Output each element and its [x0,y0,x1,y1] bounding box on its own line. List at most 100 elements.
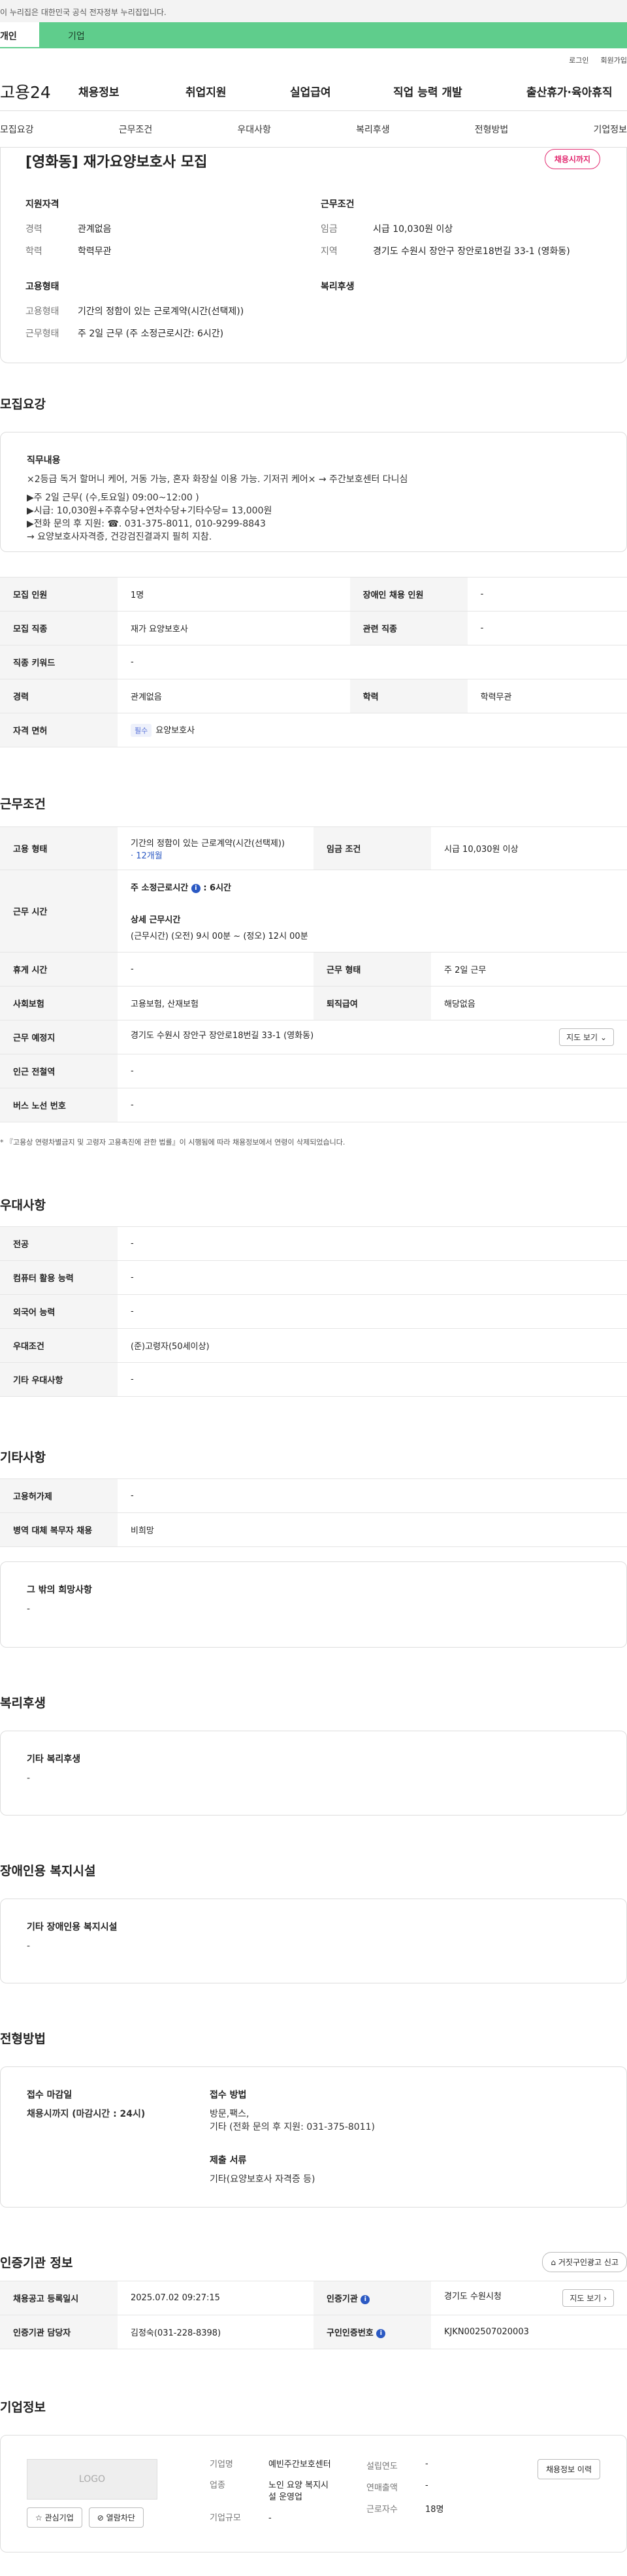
cell-header: 고용허가제 [0,1478,118,1513]
cell-header: 인증기관 담당자 [0,2315,118,2349]
info-icon[interactable]: i [191,883,201,893]
subnav-company[interactable]: 기업정보 [593,123,627,136]
home-icon: ⌂ [551,2258,556,2267]
job-history-button[interactable]: 채용정보 이력 [537,2459,600,2479]
section-title-recruit: 모집요강 [0,397,46,412]
num-label: 구인인증번호 [327,2328,374,2338]
favorite-company-button[interactable]: ☆ 관심기업 [27,2507,82,2528]
wage-value: 시급 10,030원 이상 [373,224,453,235]
cell-header: 고용 형태 [0,826,118,870]
cell-header: 사회보험 [0,986,118,1020]
edu-value: 학력무관 [78,246,112,257]
recruit-table: 모집 인원 1명 장애인 채용 인원 - 모집 직종 재가 요양보호사 관련 직종 - 직종… [0,577,627,747]
cell-header: 채용공고 등록일시 [0,2281,118,2315]
cell-header: 임금 조건 [314,826,431,870]
subnav-screen[interactable]: 전형방법 [475,123,509,136]
block-view-button[interactable]: ⊘ 열람차단 [88,2507,144,2528]
subnav-work[interactable]: 근무조건 [119,123,153,136]
cell-header: 근무 예정지 [0,1020,118,1054]
method-heading: 접수 방법 [210,2090,247,2100]
gnb-item-parental-leave[interactable]: 출산휴가·육아휴직 [526,83,613,99]
weekly-hours-label: 주 소정근로시간 [131,883,189,893]
gnb-item-employment-support[interactable]: 취업지원 [185,83,290,99]
duty-line: ▶주 2일 근무( (수,토요일) 09:00~12:00 ) [27,493,199,503]
disab-value: - [27,1941,31,1951]
duty-line: ×2등급 독거 할머니 케어, 거동 가능, 혼자 화장실 이용 가능. 기저귀… [27,474,408,485]
table-row: 인증기관 담당자 김정숙(031-228-8398) 구인인증번호 i KJKN002… [0,2315,627,2349]
report-fake-ad-button[interactable]: ⌂ 거짓구인광고 신고 [542,2252,627,2272]
table-row: 고용허가제 - [0,1478,627,1513]
cell-header: 휴게 시간 [0,952,118,986]
cert-header: 인증기관 정보 ⌂ 거짓구인광고 신고 [0,2252,627,2272]
section-title-pref: 우대사항 [0,1198,46,1213]
cell-header: 모집 인원 [0,577,118,611]
gnb-item-vocational-training[interactable]: 직업 능력 개발 [393,83,526,99]
cell-value: - [118,1226,627,1261]
cell-header: 경력 [0,679,118,713]
wish-value: - [27,1604,31,1614]
login-link[interactable]: 로그인 [569,55,588,65]
duty-line: ▶전화 문의 후 지원: ☎. 031-375-8011, 010-9299-8… [27,519,266,529]
duty-line: ▶시급: 10,030원+주휴수당+연차수당+기타수당= 13,000원 [27,506,272,516]
cell-header: 직종 키워드 [0,645,118,679]
sales-value: - [425,2481,428,2490]
gnb-item-jobs[interactable]: 채용정보 [78,83,185,99]
company-logo-placeholder: LOGO [27,2459,157,2500]
tab-personal[interactable]: 개인 [0,22,39,48]
table-row: 버스 노선 번호 - [0,1088,627,1122]
tab-company[interactable]: 기업 [39,22,627,48]
duty-heading: 직무내용 [27,455,61,466]
industry-value: 노인 요양 복지시 [268,2481,329,2490]
table-row: 휴게 시간 - 근무 형태 주 2일 근무 [0,952,627,986]
method-value: 방문,팩스, [210,2109,249,2119]
cell-value: 1명 [118,577,350,611]
disab-box: 기타 장애인용 복지시설 - [0,1899,627,1983]
cell-header: 근무 시간 [0,870,118,953]
info-icon[interactable]: i [376,2328,386,2338]
cell-value: (준)고령자(50세이상) [118,1328,627,1363]
join-link[interactable]: 회원가입 [601,55,627,65]
method-value: 기타 (전화 문의 후 지원: 031-375-8011) [210,2122,375,2132]
user-type-tabs: 개인 기업 [0,22,627,48]
org-map-button[interactable]: 지도 보기 › [562,2289,614,2307]
cell-header: 외국어 능력 [0,1294,118,1329]
sales-label: 연매출액 [366,2483,398,2493]
cell-value: 주 소정근로시간 i : 6시간 상세 근무시간 (근무시간) (오전) 9시 … [118,870,627,953]
place-value: 경기도 수원시 장안구 장안로18번길 33-1 (영화동) [131,1031,314,1041]
subnav-recruit[interactable]: 모집요강 [0,123,34,136]
edu-label: 학력 [25,246,42,257]
name-label: 기업명 [210,2460,233,2470]
cell-header: 학력 [349,679,468,713]
map-view-button[interactable]: 지도 보기 ⌄ [559,1028,614,1046]
company-box: LOGO ☆ 관심기업 ⊘ 열람차단 기업명 예빈주간보호센터 업종 노인 요양 복… [0,2435,627,2552]
screen-box: 접수 마감일 채용시까지 (마감시간 : 24시) 접수 방법 방문,팩스, 기… [0,2066,627,2208]
cell-value: 시급 10,030원 이상 [431,826,627,870]
table-row: 사회보험 고용보험, 산재보험 퇴직급여 해당없음 [0,986,627,1020]
subnav-pref[interactable]: 우대사항 [237,123,271,136]
cell-value: 경기도 수원시 장안구 장안로18번길 33-1 (영화동) 지도 보기 ⌄ [118,1020,627,1054]
size-value: - [268,2513,272,2523]
job-summary-card: [영화동] 재가요양보호사 모집 채용시까지 지원자격 경력 관계없음 학력 학력무… [0,148,627,363]
size-label: 기업규모 [210,2513,241,2523]
table-row: 전공 - [0,1226,627,1261]
welfare-value: - [27,1773,31,1784]
gov-notice-bar: 이 누리집은 대한민국 공식 전자정부 누리집입니다. [0,0,627,22]
subnav-welfare[interactable]: 복리후생 [356,123,390,136]
gov-notice-text: 이 누리집은 대한민국 공식 전자정부 누리집입니다. [0,8,167,17]
emp-period: · 12개월 [131,851,163,861]
duty-spacer [27,486,600,491]
cell-header: 우대조건 [0,1328,118,1363]
table-row: 고용 형태 기간의 정함이 있는 근로계약(시간(선택제)) · 12개월 임금 조건… [0,826,627,870]
info-icon[interactable]: i [361,2294,370,2304]
logo-text: LOGO [78,2474,106,2485]
org-value: 경기도 수원시청 [444,2292,502,2302]
map-label: 지도 보기 [570,2294,602,2303]
duty-line: → 요양보호사자격증, 건강검진결과지 필히 지참. [27,532,212,542]
welfare-heading: 기타 복리후생 [27,1754,81,1765]
site-logo[interactable]: 고용24 [0,80,78,103]
gnb-item-unemployment-benefit[interactable]: 실업급여 [290,83,393,99]
cert-table: 채용공고 등록일시 2025.07.02 09:27:15 인증기관 i 경기도 수원… [0,2281,627,2349]
deadline-heading: 접수 마감일 [27,2090,72,2100]
cell-header: 모집 직종 [0,611,118,645]
section-title-etc: 기타사항 [0,1450,46,1465]
